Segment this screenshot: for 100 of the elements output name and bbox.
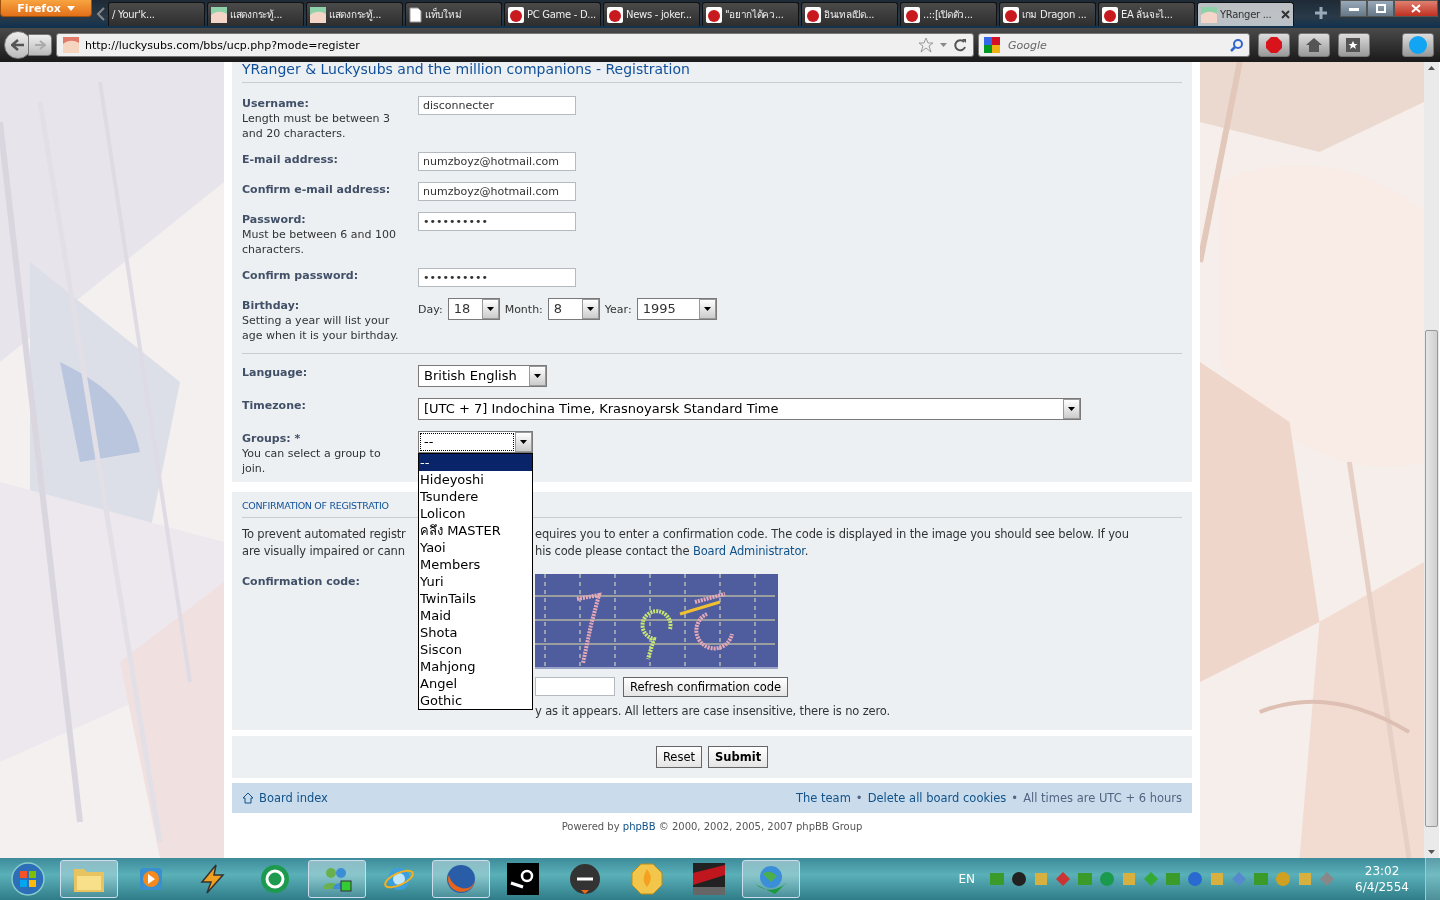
- caret-icon: [586, 307, 594, 311]
- dropdown-option[interactable]: Yaoi: [419, 539, 532, 556]
- down-arrow-icon[interactable]: [1428, 850, 1435, 854]
- forward-button[interactable]: [28, 34, 52, 56]
- field-hint: You can select a group to join.: [242, 446, 382, 476]
- star-icon[interactable]: [918, 37, 934, 53]
- play-icon: [138, 865, 164, 893]
- browser-tab[interactable]: ..::[เปิดตัว...: [900, 2, 997, 26]
- reload-icon[interactable]: [953, 38, 967, 52]
- dropdown-option[interactable]: Tsundere: [419, 488, 532, 505]
- dropdown[interactable]: 1995: [636, 298, 717, 320]
- clock-date: 6/4/2554: [1355, 879, 1409, 895]
- dropdown[interactable]: 8: [547, 298, 600, 320]
- browser-tab[interactable]: เกม Dragon ...: [999, 2, 1096, 26]
- link[interactable]: Board Administrator: [692, 544, 805, 558]
- dropdown-option[interactable]: คลึง MASTER: [419, 522, 532, 539]
- dropdown[interactable]: British English: [418, 365, 547, 387]
- field-hint: Length must be between 3 and 20 characters.: [242, 111, 391, 141]
- input-field[interactable]: numzboyz@hotmail.com: [418, 152, 576, 171]
- separator: •: [1011, 791, 1019, 805]
- search-field[interactable]: Google: [978, 33, 1250, 57]
- dropdown-option[interactable]: Maid: [419, 607, 532, 624]
- field-label: Confirm password:: [242, 268, 360, 283]
- caret-icon: [534, 374, 541, 378]
- date-label: Year:: [604, 302, 632, 316]
- browser-tab[interactable]: YRanger ...: [1197, 2, 1294, 26]
- badge-icon: [805, 6, 821, 23]
- dropdown[interactable]: [UTC + 7] Indochina Time, Krasnoyarsk Standard Time: [418, 398, 1081, 420]
- search-input[interactable]: Google: [1006, 37, 1226, 53]
- maximize-button[interactable]: [1367, 0, 1394, 17]
- caret-icon: [1068, 407, 1075, 411]
- dropdown-option[interactable]: Members: [419, 556, 532, 573]
- browser-tab[interactable]: EA ลั่นจะไ...: [1098, 2, 1195, 26]
- dropdown-icon[interactable]: [940, 43, 947, 47]
- thumbnail-icon: [310, 6, 326, 23]
- badge-icon: [1102, 6, 1118, 23]
- plus-icon[interactable]: [1314, 6, 1328, 20]
- dropdown-option[interactable]: Mahjong: [419, 658, 532, 675]
- input-field[interactable]: disconnecter: [418, 96, 576, 115]
- badge-icon: [706, 6, 722, 23]
- browser-tab[interactable]: "อยากได้คว...: [702, 2, 799, 26]
- badge-icon: [1003, 6, 1019, 23]
- dropdown-option[interactable]: TwinTails: [419, 590, 532, 607]
- dropdown-option[interactable]: Shota: [419, 624, 532, 641]
- form-button[interactable]: Reset: [655, 746, 702, 768]
- link[interactable]: phpBB: [622, 821, 656, 832]
- dropdown[interactable]: --: [418, 431, 533, 453]
- link[interactable]: The team: [795, 791, 851, 805]
- browser-tab[interactable]: แสดงกระทู้...: [306, 2, 403, 26]
- dropdown-option[interactable]: Angel: [419, 675, 532, 692]
- stop-sign-icon[interactable]: [1258, 33, 1290, 57]
- up-arrow-icon[interactable]: [1428, 66, 1435, 70]
- browser-tab[interactable]: แท็บใหม่: [405, 2, 502, 26]
- field-hint: Must be between 6 and 100 characters.: [242, 227, 397, 257]
- dropdown-option[interactable]: Yuri: [419, 573, 532, 590]
- search-icon[interactable]: [1230, 38, 1244, 52]
- gear-icon: [507, 863, 539, 895]
- browser-tab[interactable]: PC Game - D...: [504, 2, 601, 26]
- form-button[interactable]: Submit: [708, 746, 769, 768]
- browser-tab[interactable]: อินเทลเปิด...: [801, 2, 898, 26]
- dropdown-option[interactable]: Hideyoshi: [419, 471, 532, 488]
- dropdown-option[interactable]: --: [419, 454, 532, 471]
- circle-icon: [260, 864, 290, 894]
- field-hint: Setting a year will list your age when it is your birthday.: [242, 313, 400, 343]
- scroll-left-icon[interactable]: [96, 6, 106, 22]
- browser-tab[interactable]: แสดงกระทู้...: [207, 2, 304, 26]
- paragraph-text: equires you to enter a confirmation code. The code is displayed in the image you should see below. If you: [535, 526, 1130, 543]
- address-field[interactable]: http://luckysubs.com/bbs/ucp.php?mode=register: [56, 33, 974, 57]
- date-label: Day:: [418, 302, 443, 316]
- dropdown-option[interactable]: Lolicon: [419, 505, 532, 522]
- close-icon[interactable]: [1281, 10, 1290, 19]
- browser-tab[interactable]: / Your'k...: [108, 2, 205, 26]
- browser-tab[interactable]: News - joker...: [603, 2, 700, 26]
- arrow-icon: [11, 39, 25, 51]
- link[interactable]: Board index: [259, 791, 328, 805]
- bookmark-icon[interactable]: [1338, 33, 1370, 57]
- dropdown-option[interactable]: Siscon: [419, 641, 532, 658]
- field-label: Language:: [242, 365, 309, 380]
- dropdown[interactable]: 18: [447, 298, 500, 320]
- field-label: Confirmation code:: [242, 574, 361, 589]
- caret-icon: [520, 440, 527, 444]
- scrollbar[interactable]: [1424, 62, 1439, 858]
- close-icon: [1411, 4, 1421, 13]
- badge-icon: [508, 6, 524, 23]
- input-field[interactable]: ••••••••••: [418, 268, 576, 287]
- clock-time: 23:02: [1364, 863, 1400, 879]
- page-icon: [409, 6, 422, 23]
- minimize-button[interactable]: [1340, 0, 1367, 17]
- input-field[interactable]: numzboyz@hotmail.com: [418, 182, 576, 201]
- close-button[interactable]: [1394, 0, 1438, 17]
- home-icon[interactable]: [1298, 33, 1330, 57]
- link[interactable]: Delete all board cookies: [867, 791, 1007, 805]
- input-field[interactable]: ••••••••••: [418, 212, 576, 231]
- dropdown-option[interactable]: Gothic: [419, 692, 532, 709]
- paragraph-text: To prevent automated registr: [242, 526, 407, 543]
- refresh-button[interactable]: Refresh confirmation code: [623, 677, 789, 697]
- input-field[interactable]: [535, 677, 615, 696]
- people-icon: [321, 865, 353, 893]
- disc-icon: [569, 863, 601, 895]
- field-label: Groups: *: [242, 431, 302, 446]
